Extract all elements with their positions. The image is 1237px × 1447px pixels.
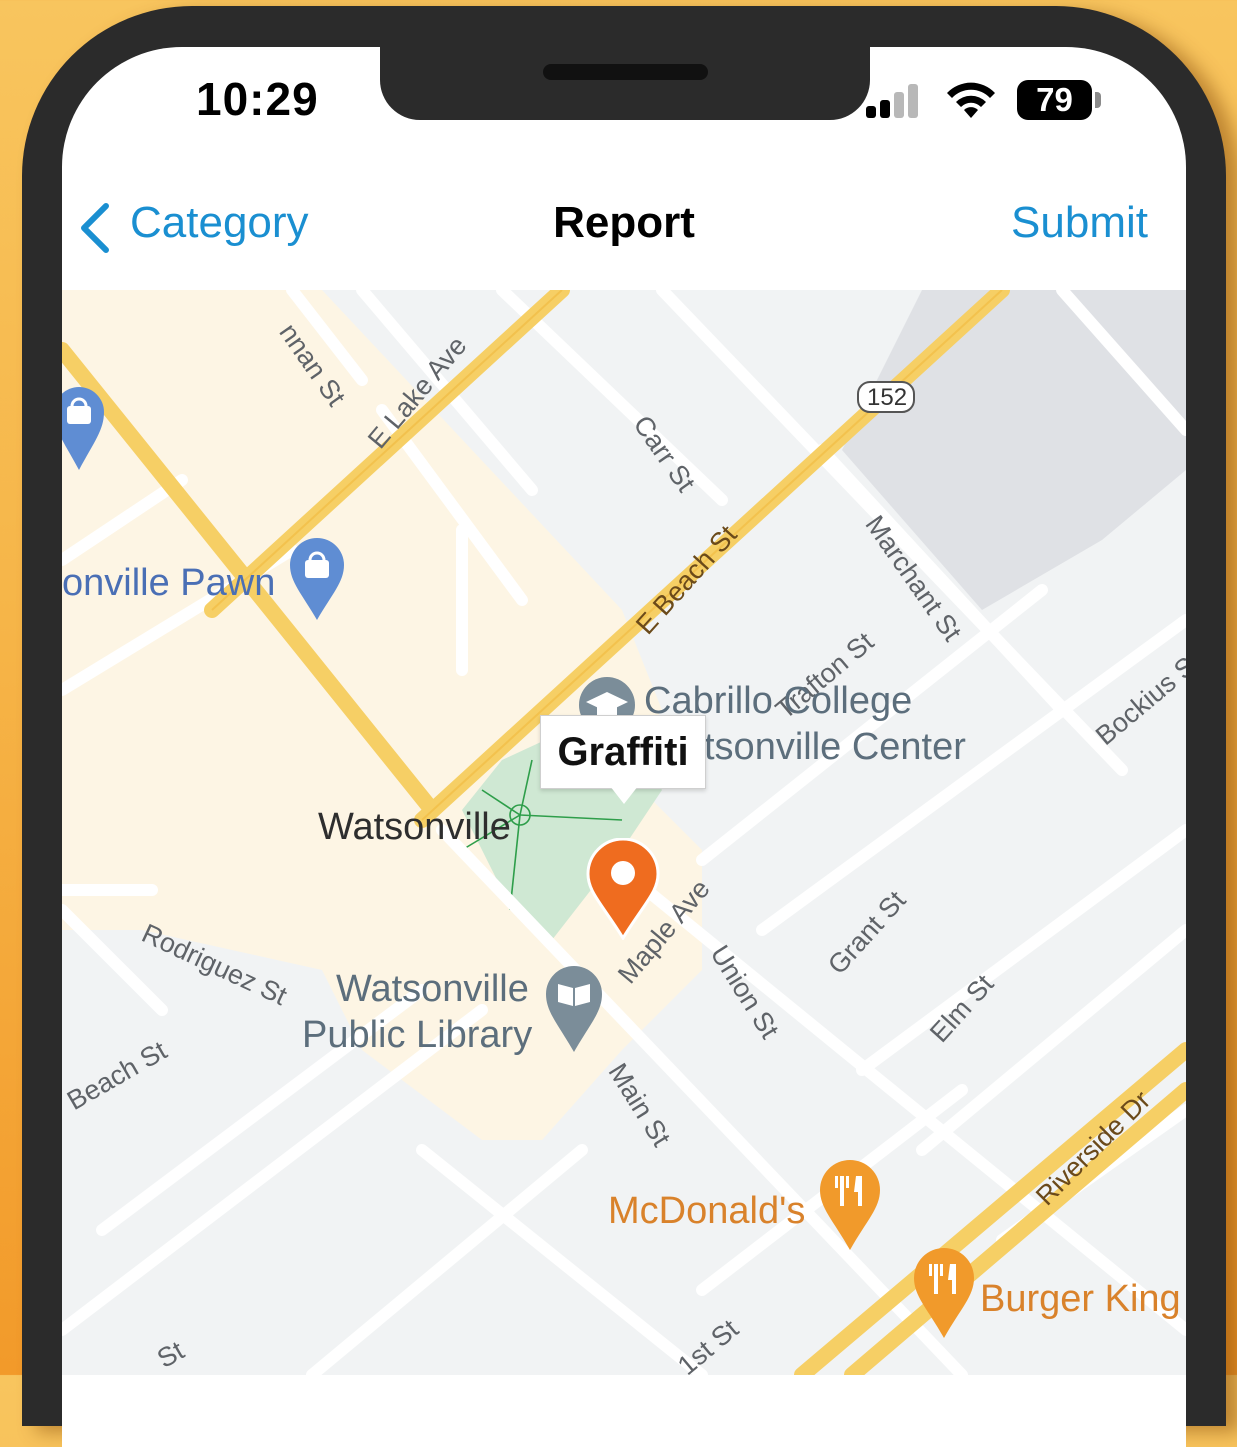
book-icon[interactable] bbox=[546, 966, 602, 1054]
restaurant-icon[interactable] bbox=[914, 1248, 974, 1340]
place-label-library[interactable]: Watsonville bbox=[336, 968, 529, 1011]
notch bbox=[380, 47, 870, 120]
location-pin-icon[interactable] bbox=[586, 838, 660, 940]
speaker-grille bbox=[543, 64, 708, 80]
place-label-library[interactable]: Public Library bbox=[302, 1014, 532, 1057]
cellular-signal-icon bbox=[866, 82, 926, 118]
battery-level: 79 bbox=[1017, 80, 1092, 120]
submit-button[interactable]: Submit bbox=[1011, 198, 1148, 248]
place-label-college[interactable]: tsonville Center bbox=[704, 726, 966, 769]
place-label-pawn[interactable]: onville Pawn bbox=[62, 562, 275, 605]
restaurant-icon[interactable] bbox=[820, 1160, 880, 1252]
route-shield-label: 152 bbox=[867, 384, 908, 411]
status-time: 10:29 bbox=[196, 73, 319, 125]
map-view[interactable]: 152 nnan St E Lake Ave Carr St E Beach S… bbox=[62, 290, 1186, 1375]
shopping-bag-icon[interactable] bbox=[290, 538, 344, 622]
place-label-burger-king[interactable]: Burger King bbox=[980, 1278, 1181, 1321]
wifi-icon bbox=[947, 82, 995, 118]
shopping-bag-icon[interactable] bbox=[62, 386, 104, 472]
marker-callout[interactable]: Graffiti bbox=[540, 715, 706, 789]
marker-callout-tail bbox=[610, 786, 638, 804]
city-label: Watsonville bbox=[318, 806, 511, 848]
place-label-mcdonalds[interactable]: McDonald's bbox=[608, 1190, 805, 1233]
navigation-bar: Category Report Submit bbox=[62, 170, 1186, 290]
battery-cap bbox=[1095, 92, 1101, 108]
